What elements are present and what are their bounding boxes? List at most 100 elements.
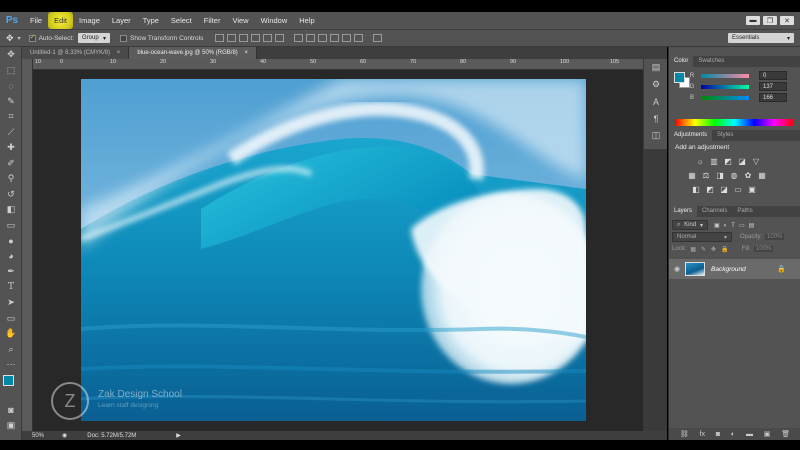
align-vcenter-icon[interactable] bbox=[227, 34, 237, 42]
gradient-tool-icon[interactable]: ▭ bbox=[0, 218, 22, 234]
foreground-color-swatch[interactable] bbox=[3, 374, 14, 386]
fill-value[interactable]: 100% bbox=[753, 246, 774, 252]
black-white-icon[interactable]: ◨ bbox=[715, 170, 725, 180]
distribute-bottom-icon[interactable] bbox=[318, 34, 328, 42]
shape-tool-icon[interactable]: ▭ bbox=[0, 311, 22, 327]
menu-help[interactable]: Help bbox=[293, 12, 320, 29]
distribute-top-icon[interactable] bbox=[294, 34, 304, 42]
selective-color-icon[interactable]: ▣ bbox=[747, 184, 757, 194]
green-value[interactable]: 137 bbox=[759, 82, 787, 91]
menu-window[interactable]: Window bbox=[255, 12, 294, 29]
align-top-icon[interactable] bbox=[215, 34, 225, 42]
new-group-icon[interactable]: ▬ bbox=[746, 431, 753, 438]
channel-mixer-icon[interactable]: ✿ bbox=[743, 170, 753, 180]
align-hcenter-icon[interactable] bbox=[263, 34, 273, 42]
menu-edit[interactable]: Edit bbox=[48, 12, 74, 29]
quick-select-tool-icon[interactable]: ✎ bbox=[0, 94, 22, 110]
workspace-dropdown[interactable]: Essentials ▾ bbox=[728, 33, 794, 43]
zoom-level[interactable]: 50% bbox=[32, 433, 56, 439]
notes-icon[interactable]: ◫ bbox=[644, 127, 668, 144]
move-tool-icon[interactable]: ✥ bbox=[0, 47, 22, 63]
menu-select[interactable]: Select bbox=[165, 12, 198, 29]
tab-adjustments[interactable]: Adjustments bbox=[669, 130, 713, 141]
curves-icon[interactable]: ◩ bbox=[723, 156, 733, 166]
layer-name[interactable]: Background bbox=[711, 266, 777, 273]
brush-tool-icon[interactable]: ✐ bbox=[0, 156, 22, 172]
zoom-tool-icon[interactable]: ⌕ bbox=[0, 342, 22, 358]
tool-preset-chevron-icon[interactable]: ▾ bbox=[18, 35, 21, 42]
tab-color[interactable]: Color bbox=[669, 56, 694, 67]
levels-icon[interactable]: ▥ bbox=[709, 156, 719, 166]
hue-saturation-icon[interactable]: ▦ bbox=[687, 170, 697, 180]
new-layer-icon[interactable]: ▣ bbox=[764, 430, 771, 438]
adjustment-layer-icon[interactable]: ◐ bbox=[731, 431, 735, 438]
vibrance-icon[interactable]: ▽ bbox=[751, 156, 761, 166]
link-layers-icon[interactable]: ⛓ bbox=[680, 430, 689, 438]
brightness-contrast-icon[interactable]: ☼ bbox=[695, 156, 705, 166]
align-left-icon[interactable] bbox=[251, 34, 261, 42]
eye-icon[interactable]: ◉ bbox=[669, 265, 685, 273]
transform-controls-checkbox[interactable] bbox=[119, 34, 127, 42]
quick-mask-icon[interactable]: ◙ bbox=[0, 403, 22, 419]
screen-mode-icon[interactable]: ▣ bbox=[0, 418, 22, 434]
layer-row-background[interactable]: ◉ Background 🔒 bbox=[669, 259, 800, 279]
menu-view[interactable]: View bbox=[226, 12, 254, 29]
distribute-left-icon[interactable] bbox=[330, 34, 340, 42]
history-icon[interactable]: ▤ bbox=[644, 59, 668, 76]
menu-filter[interactable]: Filter bbox=[198, 12, 227, 29]
marquee-tool-icon[interactable]: ⬚ bbox=[0, 63, 22, 79]
move-tool-icon[interactable]: ✥ bbox=[6, 33, 14, 44]
trash-icon[interactable]: 🗑 bbox=[781, 430, 790, 438]
align-bottom-icon[interactable] bbox=[239, 34, 249, 42]
tab-untitled[interactable]: Untitled-1 @ 8.33% (CMYK/8) × bbox=[22, 47, 130, 59]
align-right-icon[interactable] bbox=[275, 34, 285, 42]
menu-file[interactable]: File bbox=[24, 12, 48, 29]
path-select-tool-icon[interactable]: ➤ bbox=[0, 295, 22, 311]
menu-image[interactable]: Image bbox=[73, 12, 106, 29]
eyedropper-tool-icon[interactable]: ⟋ bbox=[0, 125, 22, 141]
crop-tool-icon[interactable]: ⌗ bbox=[0, 109, 22, 125]
red-slider[interactable] bbox=[701, 73, 749, 78]
color-lookup-icon[interactable]: ▦ bbox=[757, 170, 767, 180]
minimize-button[interactable]: ▬ bbox=[746, 16, 760, 25]
tab-channels[interactable]: Channels bbox=[697, 206, 732, 217]
blur-tool-icon[interactable]: ● bbox=[0, 233, 22, 249]
gradient-map-icon[interactable]: ▭ bbox=[733, 184, 743, 194]
color-spectrum[interactable] bbox=[675, 119, 794, 126]
horizontal-ruler[interactable]: 10 0 10 20 30 40 50 60 70 80 90 100 105 bbox=[33, 59, 667, 70]
auto-select-dropdown[interactable]: Group ▾ bbox=[77, 33, 110, 43]
red-value[interactable]: 0 bbox=[759, 71, 787, 80]
type-tool-icon[interactable]: T bbox=[0, 280, 22, 296]
status-menu-arrow-icon[interactable]: ▶ bbox=[176, 432, 181, 439]
invert-icon[interactable]: ◧ bbox=[691, 184, 701, 194]
tab-blue-ocean-wave[interactable]: blue-ocean-wave.jpg @ 50% (RGB/8) × bbox=[129, 47, 257, 59]
tab-paths[interactable]: Paths bbox=[732, 206, 757, 217]
history-brush-tool-icon[interactable]: ↺ bbox=[0, 187, 22, 203]
healing-brush-tool-icon[interactable]: ✚ bbox=[0, 140, 22, 156]
foreground-color-swatch[interactable] bbox=[674, 72, 685, 83]
close-button[interactable]: ✕ bbox=[780, 16, 794, 25]
layer-style-icon[interactable]: fx bbox=[700, 431, 705, 438]
pen-tool-icon[interactable]: ✒ bbox=[0, 264, 22, 280]
ocean-wave-photo[interactable] bbox=[81, 79, 586, 421]
color-balance-icon[interactable]: ⚖ bbox=[701, 170, 711, 180]
opacity-value[interactable]: 100% bbox=[765, 234, 785, 240]
vertical-ruler[interactable] bbox=[22, 59, 33, 431]
tab-swatches[interactable]: Swatches bbox=[693, 56, 729, 67]
clone-stamp-tool-icon[interactable]: ⚲ bbox=[0, 171, 22, 187]
paragraph-icon[interactable]: ¶ bbox=[644, 110, 668, 127]
status-info-icon[interactable]: ◉ bbox=[62, 432, 67, 439]
auto-select-checkbox[interactable] bbox=[28, 33, 36, 42]
color-swatches[interactable] bbox=[0, 373, 22, 403]
menu-type[interactable]: Type bbox=[137, 12, 165, 29]
properties-icon[interactable]: ⚙ bbox=[644, 76, 668, 93]
restore-button[interactable]: ❐ bbox=[763, 16, 777, 25]
blend-mode-dropdown[interactable]: Normal ▾ bbox=[672, 232, 732, 242]
layer-mask-icon[interactable]: ◙ bbox=[716, 431, 720, 438]
layer-filter-icons[interactable]: ▣◐T▭▤ bbox=[714, 222, 758, 229]
hand-tool-icon[interactable]: ✋ bbox=[0, 326, 22, 342]
exposure-icon[interactable]: ◪ bbox=[737, 156, 747, 166]
tab-close-icon[interactable]: × bbox=[117, 50, 121, 56]
kind-filter-dropdown[interactable]: ⌕ Kind ▾ bbox=[672, 220, 708, 230]
auto-align-icon[interactable] bbox=[373, 34, 383, 42]
